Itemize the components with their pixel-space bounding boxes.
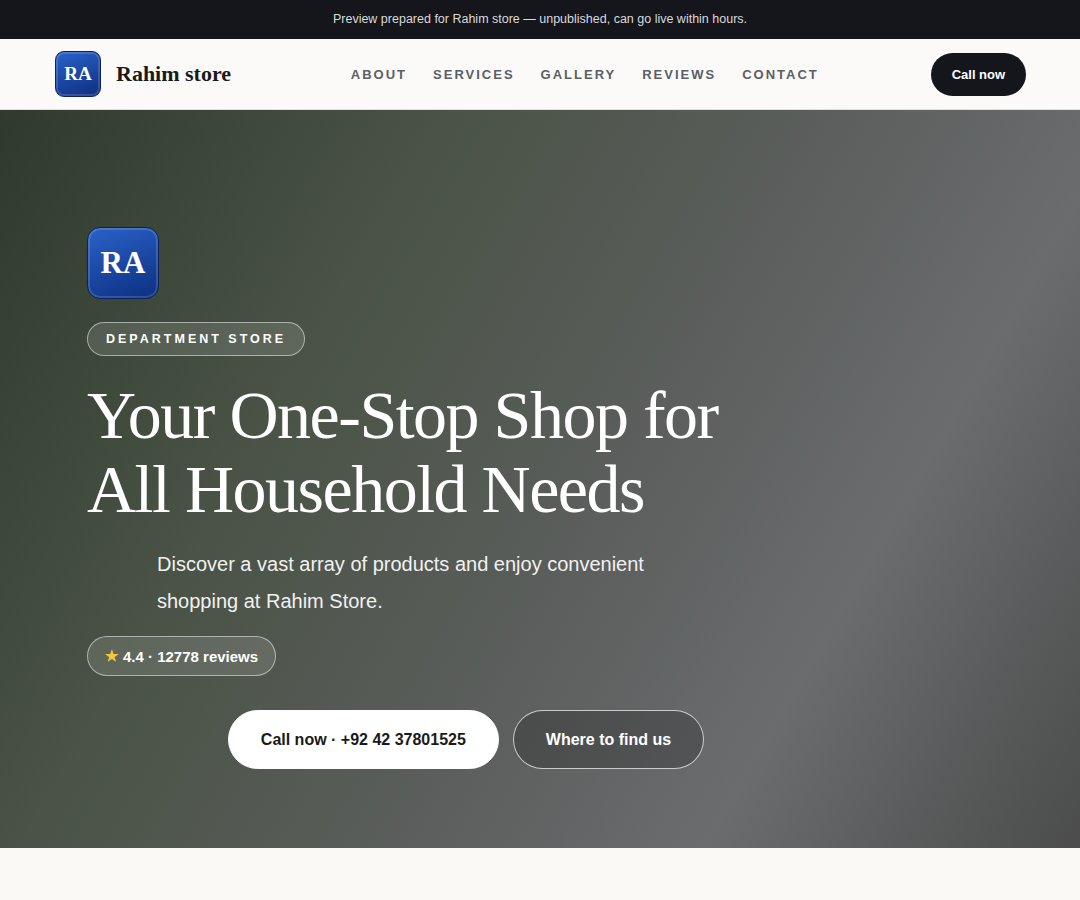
preview-banner: Preview prepared for Rahim store — unpub… xyxy=(0,0,1080,39)
nav-link[interactable]: GALLERY xyxy=(541,67,617,82)
hero-content: RA DEPARTMENT STORE Your One-Stop Shop for… xyxy=(87,227,845,769)
nav-link[interactable]: ABOUT xyxy=(351,67,407,82)
hero-logo-icon: RA xyxy=(87,227,159,299)
rating-pill: ★ 4.4 · 12778 reviews xyxy=(87,636,276,676)
star-icon: ★ xyxy=(105,647,118,665)
page: Preview prepared for Rahim store — unpub… xyxy=(0,0,1080,900)
hero-button[interactable]: Call now · +92 42 37801525 xyxy=(228,710,499,769)
hero-subtitle: Discover a vast array of products and en… xyxy=(157,546,717,620)
hero: RA DEPARTMENT STORE Your One-Stop Shop for… xyxy=(0,110,1080,848)
logo-icon: RA xyxy=(55,51,101,97)
nav-link[interactable]: SERVICES xyxy=(433,67,515,82)
next-section xyxy=(0,848,1080,900)
main-nav: ABOUT SERVICES GALLERY REVIEWS CONTACT xyxy=(351,67,819,82)
site-header: RA Rahim store ABOUT SERVICES GALLERY REVIEWS… xyxy=(0,39,1080,110)
nav-link[interactable]: REVIEWS xyxy=(642,67,716,82)
brand-name: Rahim store xyxy=(116,61,231,87)
category-badge: DEPARTMENT STORE xyxy=(87,322,305,356)
hero-title: Your One-Stop Shop for All Household Nee… xyxy=(87,378,807,526)
rating-text: 4.4 · 12778 reviews xyxy=(123,648,258,665)
hero-button[interactable]: Where to find us xyxy=(513,710,704,769)
call-button[interactable]: Call now xyxy=(931,53,1026,96)
hero-actions: Call now · +92 42 37801525Where to find … xyxy=(87,710,845,769)
brand[interactable]: RA Rahim store xyxy=(55,51,351,97)
nav-link[interactable]: CONTACT xyxy=(742,67,819,82)
